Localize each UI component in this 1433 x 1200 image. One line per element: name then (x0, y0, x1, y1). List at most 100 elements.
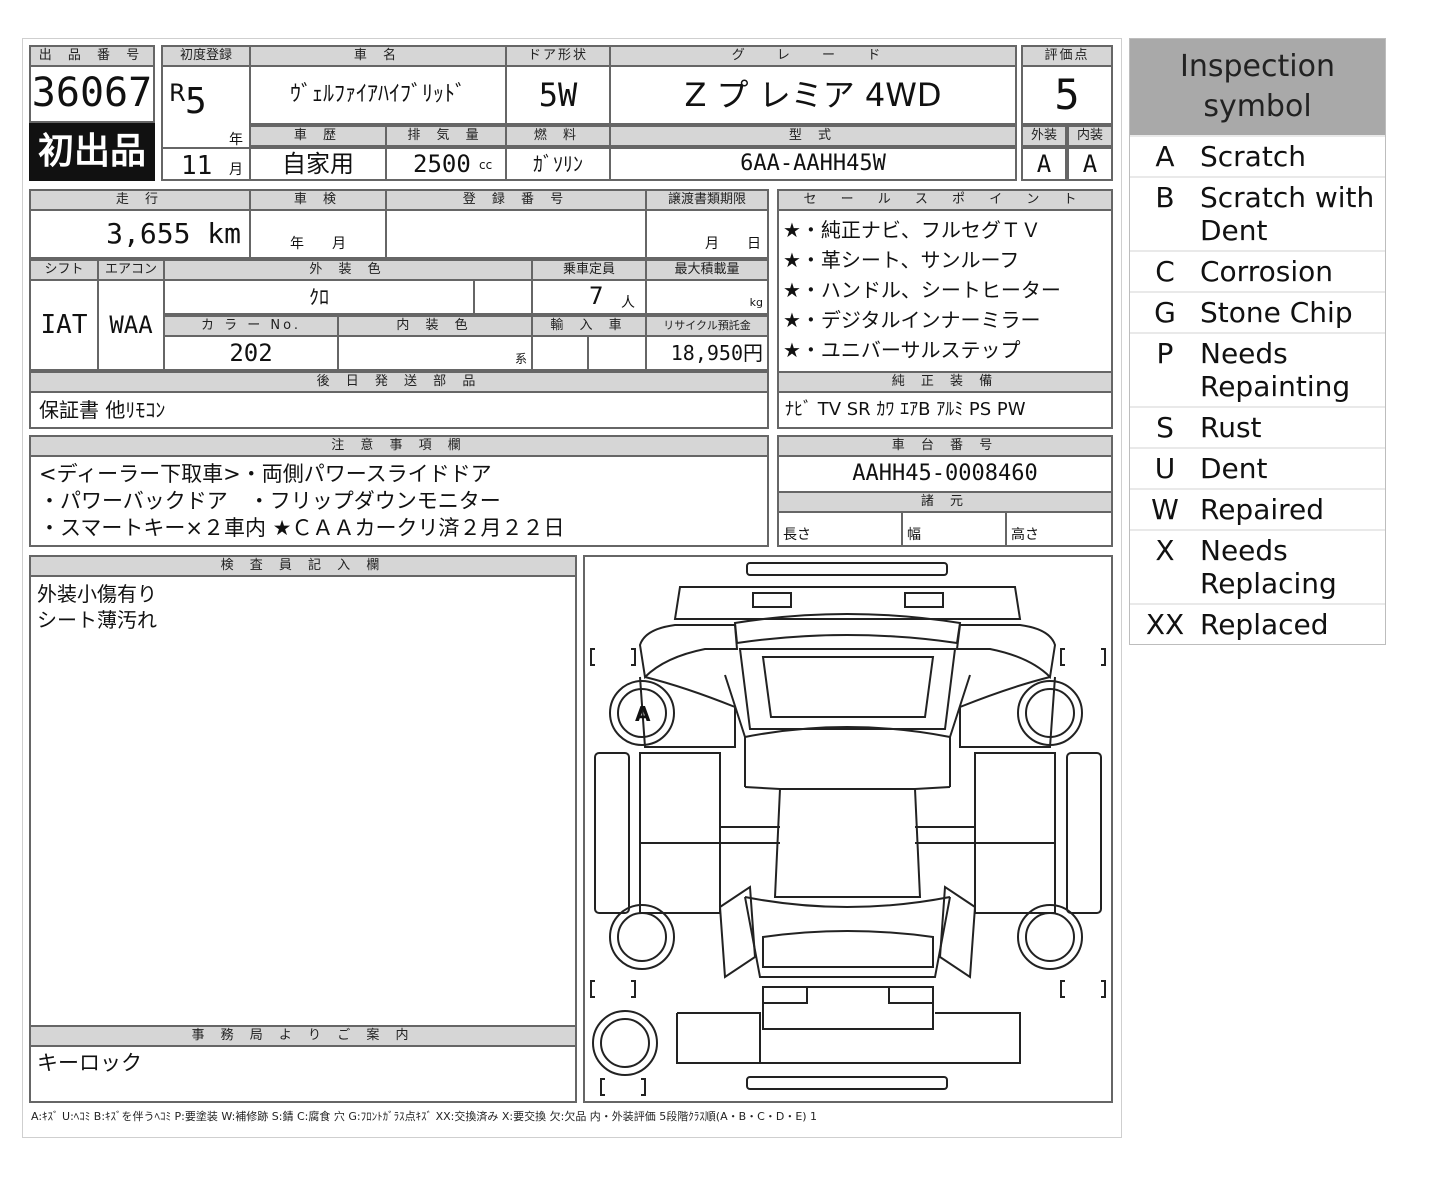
sales-point-item: ★・ハンドル、シートヒーター (783, 278, 1061, 302)
mileage: 3,655 km (29, 209, 251, 259)
recycle-fee-header: リサイクル預託金 (645, 315, 769, 337)
car-name-header: 車 名 (249, 45, 507, 67)
legend-code: X (1155, 534, 1175, 567)
legend-row: XX Replaced (1130, 603, 1385, 644)
overall-score: 5 (1021, 65, 1113, 125)
note-line: ・パワーバックドア ・フリップダウンモニター (39, 489, 501, 513)
legend-row: W Repaired (1130, 488, 1385, 529)
first-listing-badge: 初出品 (29, 123, 155, 181)
legend-code: B (1155, 181, 1175, 214)
lot-number-header: 出 品 番 号 (29, 45, 155, 67)
later-parts: 保証書 他ﾘﾓｺﾝ (29, 391, 769, 429)
registration-number (385, 209, 647, 259)
office-notes-header: 事 務 局 よ り ご 案 内 (29, 1025, 577, 1047)
inspector-notes-header: 検 査 員 記 入 欄 (29, 555, 577, 577)
registration-month: 11 (181, 151, 213, 181)
shift-header: シフト (29, 259, 99, 281)
legend-code: C (1155, 255, 1175, 288)
legend-code: U (1154, 452, 1176, 485)
auction-sheet: 出 品 番 号 36067 初出品 初度登録 R 5 年 11 月 車 名 ｳﾞ… (22, 38, 1122, 1138)
legend-title: Inspection symbol (1130, 39, 1385, 135)
sales-point-item: ★・ユニバーサルステップ (783, 338, 1021, 362)
aircon-header: エアコン (97, 259, 165, 281)
import-header: 輸 入 車 (531, 315, 647, 337)
first-registration-header: 初度登録 (161, 45, 251, 67)
legend-desc: Needs Replacing (1200, 534, 1337, 600)
legend-code: P (1156, 337, 1174, 370)
later-parts-header: 後 日 発 送 部 品 (29, 371, 769, 393)
legend-desc: Scratch with Dent (1200, 181, 1375, 247)
displacement-cell: 2500 cc (385, 147, 507, 181)
model-code: 6AA-AAHH45W (609, 147, 1017, 181)
equipment: ﾅﾋﾞ TV SR ｶﾜ ｴｱB ｱﾙﾐ PS PW (777, 391, 1113, 429)
sales-points-header: セ ー ル ス ポ イ ン ト (777, 189, 1113, 211)
legend-code: XX (1145, 608, 1185, 641)
aircon: WAA (97, 279, 165, 371)
exterior-color-extra (473, 279, 533, 315)
legend-row: S Rust (1130, 406, 1385, 447)
fuel: ｶﾞｿﾘﾝ (505, 147, 611, 181)
first-registration-month: 11 月 (161, 147, 251, 181)
car-name: ｳﾞｪﾙﾌｧｲｱﾊｲﾌﾞﾘｯﾄﾞ (249, 65, 507, 125)
legend-code: A (1155, 140, 1175, 173)
max-load: kg (645, 279, 769, 315)
inspection-symbol-legend: Inspection symbol A Scratch B Scratch with… (1129, 38, 1386, 645)
exterior-color-header: 外 装 色 (163, 259, 533, 281)
color-number: 202 (163, 335, 339, 371)
seating-unit: 人 (621, 295, 635, 311)
sales-point-item: ★・革シート、サンルーフ (783, 248, 1020, 272)
grade: Z プ レミア 4WD (609, 65, 1017, 125)
exterior-score: A (1021, 147, 1067, 181)
mileage-header: 走 行 (29, 189, 251, 211)
displacement: 2500 (413, 150, 471, 178)
inspector-note-line: シート薄汚れ (37, 608, 157, 632)
door-type: 5W (505, 65, 611, 125)
legend-row: P Needs Repainting (1130, 332, 1385, 406)
legend-desc: Stone Chip (1200, 296, 1353, 329)
transfer-deadline: 月 日 (645, 209, 769, 259)
legend-code: S (1156, 411, 1174, 444)
seating-cell: 7 人 (531, 279, 647, 315)
notes-header: 注 意 事 項 欄 (29, 435, 769, 457)
legend-code: G (1154, 296, 1176, 329)
chassis-number: AAHH45-0008460 (777, 455, 1113, 493)
equipment-header: 純 正 装 備 (777, 371, 1113, 393)
sales-point-item: ★・デジタルインナーミラー (783, 308, 1041, 332)
legend-desc: Rust (1200, 411, 1262, 444)
interior-header: 内装 (1067, 125, 1113, 147)
inspector-note-line: 外装小傷有り (37, 582, 157, 606)
notes: <ディーラー下取車>・両側パワースライドドア ・パワーバックドア ・フリップダウ… (29, 455, 769, 547)
sales-point-item: ★・純正ナビ、フルセグＴＶ (783, 218, 1041, 242)
import-car (531, 335, 589, 371)
color-number-header: カ ラ ー No. (163, 315, 339, 337)
history-header: 車 歴 (249, 125, 387, 147)
legend-desc: Corrosion (1200, 255, 1333, 288)
width: 幅 (901, 511, 1007, 547)
seating-capacity: 7 (589, 282, 604, 310)
legend-code: W (1151, 493, 1179, 526)
legend-desc: Replaced (1200, 608, 1329, 641)
damage-mark: A (635, 702, 651, 726)
inspection-date: 年 月 (249, 209, 387, 259)
exterior-color: ｸﾛ (163, 279, 475, 315)
legend-row: A Scratch (1130, 135, 1385, 176)
door-type-header: ドア形状 (505, 45, 611, 67)
office-notes: キーロック (29, 1045, 577, 1103)
legend-desc: Repaired (1200, 493, 1325, 526)
legend-row: G Stone Chip (1130, 291, 1385, 332)
car-outline: A (590, 562, 1106, 1096)
recycle-fee: 18,950円 (645, 335, 769, 371)
import-car-extra (587, 335, 647, 371)
grade-header: グ レ ー ド (609, 45, 1017, 67)
fuel-header: 燃 料 (505, 125, 611, 147)
length: 長さ (777, 511, 903, 547)
first-registration-year: R 5 年 (161, 65, 251, 149)
exterior-header: 外装 (1021, 125, 1067, 147)
sales-points: ★・純正ナビ、フルセグＴＶ ★・革シート、サンルーフ ★・ハンドル、シートヒータ… (777, 209, 1113, 373)
legend-row: C Corrosion (1130, 250, 1385, 291)
legend-row: X Needs Replacing (1130, 529, 1385, 603)
dimensions-header: 諸 元 (777, 491, 1113, 513)
displacement-header: 排 気 量 (385, 125, 507, 147)
height: 高さ (1005, 511, 1113, 547)
score-header: 評価点 (1021, 45, 1113, 67)
